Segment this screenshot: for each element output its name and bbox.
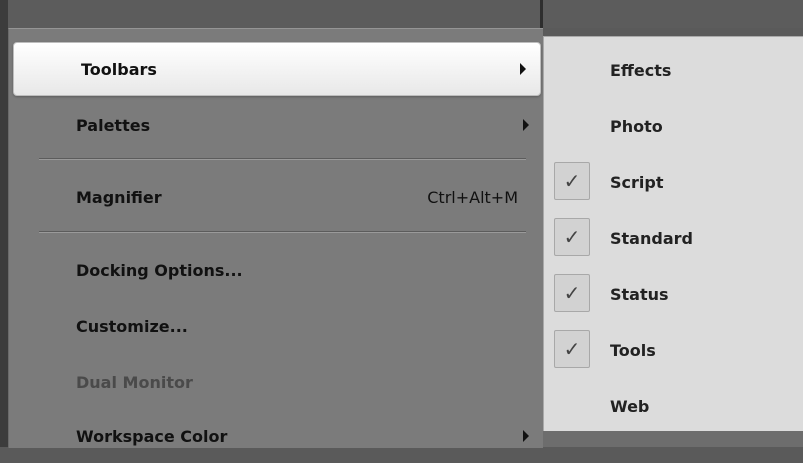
menu-separator bbox=[39, 231, 526, 233]
menu-item-workspace-color[interactable]: Workspace Color bbox=[9, 409, 543, 463]
submenu-shadow-edge bbox=[543, 431, 803, 447]
toolbars-submenu: Effects Photo ✓ Script ✓ Standard ✓ Stat… bbox=[543, 36, 803, 432]
submenu-item-standard[interactable]: ✓ Standard bbox=[544, 210, 803, 266]
checkmark-icon: ✓ bbox=[554, 330, 590, 368]
menu-item-label: Magnifier bbox=[76, 187, 162, 207]
menu-item-label: Workspace Color bbox=[76, 426, 228, 446]
checkmark-icon: ✓ bbox=[554, 274, 590, 312]
menu-separator bbox=[39, 158, 526, 160]
app-frame-left-edge bbox=[0, 0, 8, 447]
menu-item-docking-options[interactable]: Docking Options... bbox=[9, 243, 543, 297]
submenu-item-effects[interactable]: Effects bbox=[544, 42, 803, 98]
menu-item-shortcut: Ctrl+Alt+M bbox=[427, 187, 518, 207]
menu-item-dual-monitor: Dual Monitor bbox=[9, 355, 543, 409]
menu-item-label: Dual Monitor bbox=[76, 372, 193, 392]
submenu-item-label: Web bbox=[610, 396, 650, 416]
submenu-item-photo[interactable]: Photo bbox=[544, 98, 803, 154]
app-toolbar-strip bbox=[8, 0, 803, 28]
checkmark-icon: ✓ bbox=[554, 162, 590, 200]
submenu-item-label: Tools bbox=[610, 340, 656, 360]
app-frame-divider bbox=[540, 0, 543, 30]
checkmark-icon: ✓ bbox=[554, 218, 590, 256]
submenu-item-tools[interactable]: ✓ Tools bbox=[544, 322, 803, 378]
submenu-item-label: Photo bbox=[610, 116, 663, 136]
menu-item-label: Palettes bbox=[76, 115, 151, 135]
submenu-item-label: Standard bbox=[610, 228, 693, 248]
submenu-item-script[interactable]: ✓ Script bbox=[544, 154, 803, 210]
menu-item-magnifier[interactable]: Magnifier Ctrl+Alt+M bbox=[9, 170, 543, 224]
view-menu: Toolbars Palettes Magnifier Ctrl+Alt+M D… bbox=[8, 28, 543, 448]
submenu-arrow-icon bbox=[523, 430, 529, 442]
submenu-item-label: Status bbox=[610, 284, 669, 304]
menu-item-label: Docking Options... bbox=[76, 260, 243, 280]
submenu-arrow-icon bbox=[523, 119, 529, 131]
submenu-item-web[interactable]: Web bbox=[544, 378, 803, 434]
menu-item-label: Customize... bbox=[76, 316, 188, 336]
menu-item-toolbars[interactable]: Toolbars bbox=[13, 42, 541, 96]
menu-item-palettes[interactable]: Palettes bbox=[9, 98, 543, 152]
submenu-arrow-icon bbox=[520, 63, 526, 75]
submenu-item-status[interactable]: ✓ Status bbox=[544, 266, 803, 322]
menu-item-customize[interactable]: Customize... bbox=[9, 299, 543, 353]
submenu-item-label: Script bbox=[610, 172, 664, 192]
menu-item-label: Toolbars bbox=[81, 59, 157, 79]
submenu-item-label: Effects bbox=[610, 60, 672, 80]
